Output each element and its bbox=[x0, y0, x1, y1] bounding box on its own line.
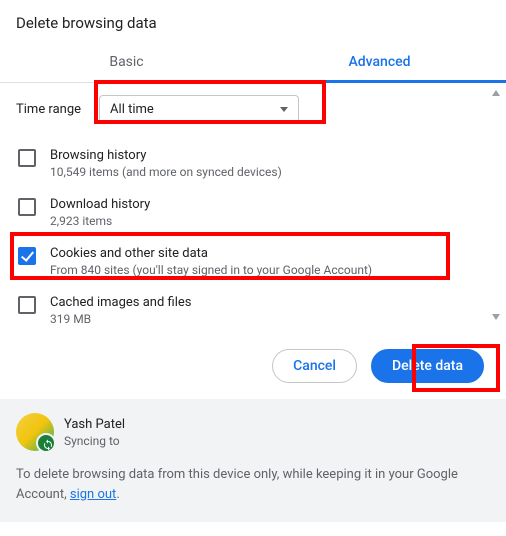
option-cached[interactable]: Cached images and files 319 MB bbox=[16, 287, 490, 331]
option-sublabel: 10,549 items (and more on synced devices… bbox=[50, 165, 282, 179]
option-sublabel: From 840 sites (you'll stay signed in to… bbox=[50, 263, 372, 277]
option-cookies[interactable]: Cookies and other site data From 840 sit… bbox=[16, 238, 490, 287]
tab-advanced[interactable]: Advanced bbox=[253, 44, 506, 82]
checkbox[interactable] bbox=[18, 296, 36, 314]
sync-status: Syncing to bbox=[64, 434, 125, 448]
option-label: Download history bbox=[50, 197, 150, 212]
checkbox[interactable] bbox=[18, 198, 36, 216]
option-download-history[interactable]: Download history 2,923 items bbox=[16, 189, 490, 238]
scroll-down-icon[interactable] bbox=[492, 314, 500, 320]
option-browsing-history[interactable]: Browsing history 10,549 items (and more … bbox=[16, 140, 490, 189]
option-sublabel: 2,923 items bbox=[50, 214, 150, 228]
chevron-down-icon bbox=[280, 107, 288, 112]
checkbox[interactable] bbox=[18, 247, 36, 265]
account-row: Yash Patel Syncing to bbox=[16, 413, 490, 451]
scrollbar[interactable] bbox=[490, 90, 502, 320]
time-range-label: Time range bbox=[16, 102, 81, 117]
user-name: Yash Patel bbox=[64, 417, 125, 432]
sign-out-link[interactable]: sign out bbox=[70, 487, 116, 502]
avatar bbox=[16, 413, 54, 451]
time-range-value: All time bbox=[110, 102, 154, 117]
options-panel: Time range All time Browsing history 10,… bbox=[0, 83, 506, 331]
scroll-up-icon[interactable] bbox=[492, 90, 500, 96]
option-sublabel: 319 MB bbox=[50, 312, 191, 326]
cancel-button[interactable]: Cancel bbox=[272, 349, 357, 383]
time-range-select[interactable]: All time bbox=[99, 95, 299, 124]
tab-bar: Basic Advanced bbox=[0, 44, 506, 83]
checkbox[interactable] bbox=[18, 149, 36, 167]
sync-icon bbox=[42, 439, 54, 451]
dialog-footer: Cancel Delete data bbox=[0, 331, 506, 399]
option-label: Cached images and files bbox=[50, 295, 191, 310]
option-label: Cookies and other site data bbox=[50, 246, 372, 261]
time-range-row: Time range All time bbox=[16, 95, 490, 124]
tab-basic[interactable]: Basic bbox=[0, 44, 253, 82]
option-label: Browsing history bbox=[50, 148, 282, 163]
footer-note: To delete browsing data from this device… bbox=[16, 465, 490, 504]
dialog-title: Delete browsing data bbox=[0, 0, 506, 44]
delete-data-button[interactable]: Delete data bbox=[371, 349, 484, 383]
account-section: Yash Patel Syncing to To delete browsing… bbox=[0, 399, 506, 522]
